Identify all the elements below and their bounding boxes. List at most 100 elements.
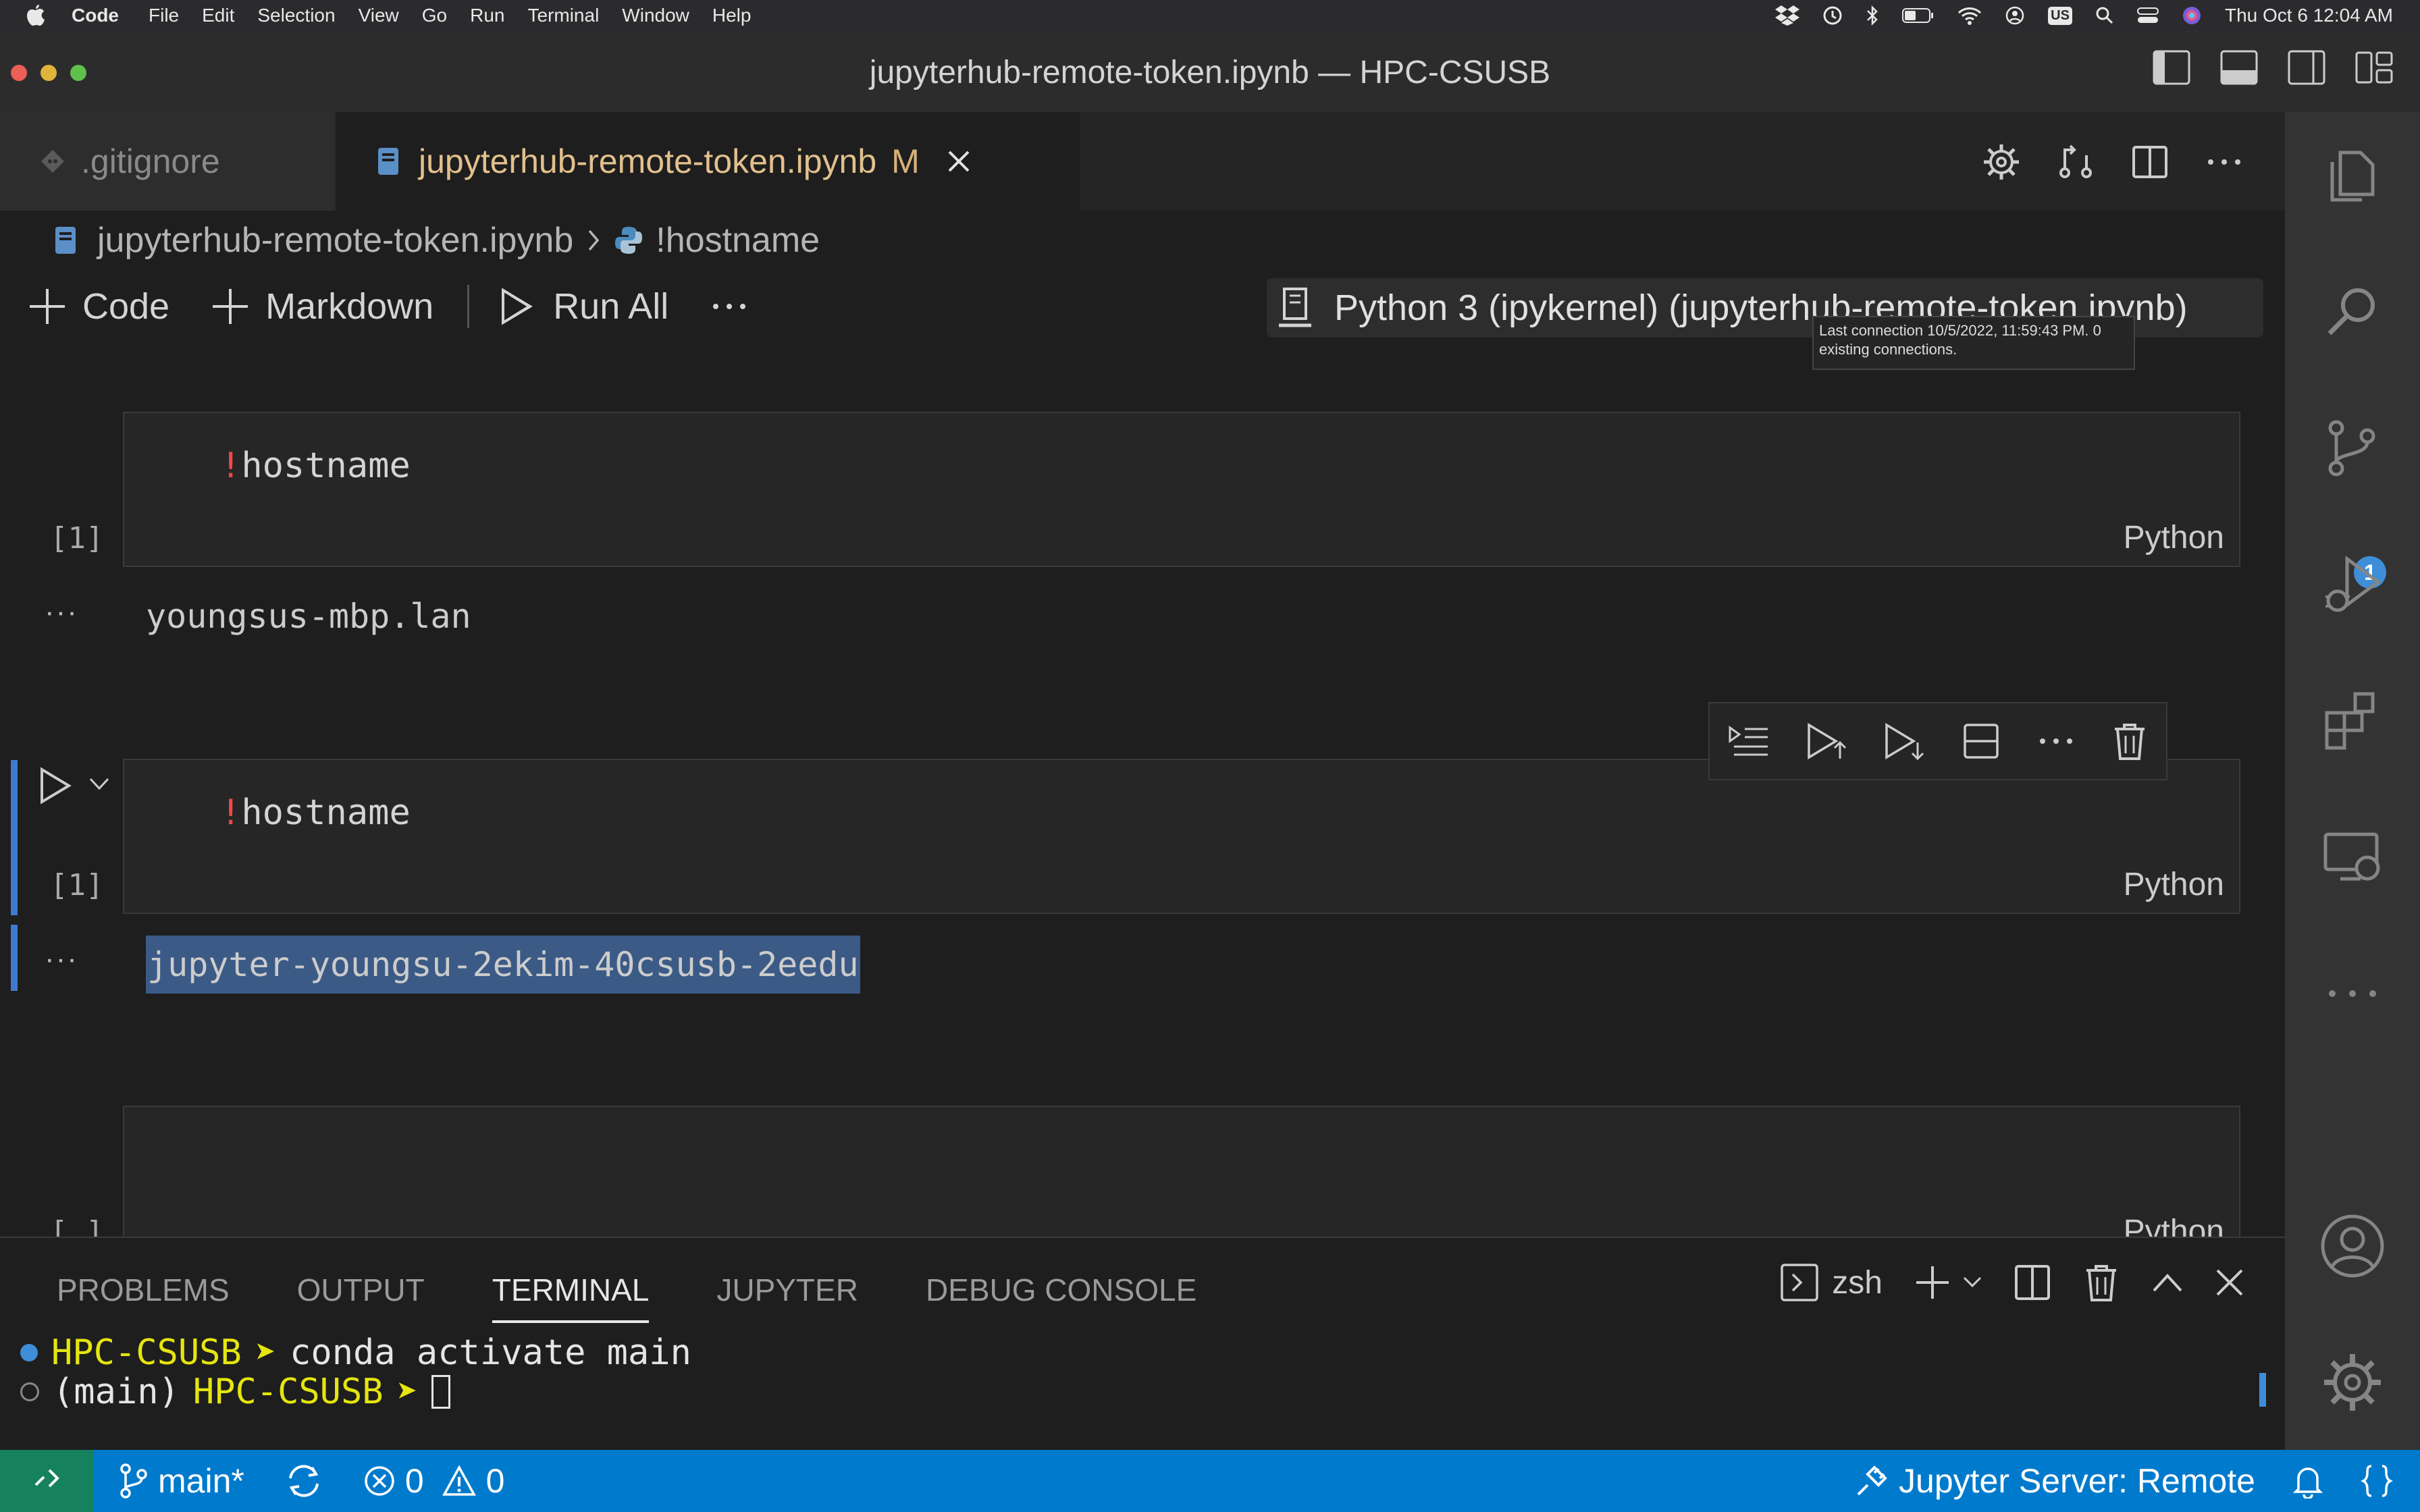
menu-window[interactable]: Window (622, 5, 689, 26)
menu-selection[interactable]: Selection (257, 5, 335, 26)
dropbox-icon[interactable] (1775, 5, 1800, 26)
apple-icon[interactable] (26, 5, 45, 26)
breadcrumb-symbol[interactable]: !hostname (656, 220, 820, 261)
tab-debug-console[interactable]: DEBUG CONSOLE (926, 1272, 1196, 1323)
input-source-icon[interactable]: US (2048, 6, 2072, 25)
terminal-scrollbar[interactable] (2259, 1373, 2266, 1407)
siri-icon[interactable] (2182, 5, 2202, 26)
customize-layout-icon[interactable] (2355, 50, 2393, 85)
terminal-env: (main) (53, 1372, 180, 1412)
cell-more-icon[interactable] (2036, 721, 2076, 761)
sync-icon[interactable] (285, 1463, 323, 1498)
code-cell[interactable]: !hostname Python (123, 759, 2240, 914)
toggle-primary-sidebar-icon[interactable] (2153, 50, 2190, 85)
toggle-panel-icon[interactable] (2220, 50, 2258, 85)
bluetooth-icon[interactable] (1866, 5, 1879, 26)
battery-icon[interactable] (1902, 7, 1935, 24)
warning-icon (442, 1465, 477, 1497)
split-cell-icon[interactable] (1961, 721, 2001, 761)
cell-source[interactable]: !hostname (220, 792, 411, 833)
code-cell[interactable]: !hostname Python (123, 412, 2240, 567)
menu-go[interactable]: Go (422, 5, 447, 26)
cell-language[interactable]: Python (2124, 519, 2224, 556)
shell-escape: ! (220, 446, 242, 486)
tab-notebook[interactable]: jupyterhub-remote-token.ipynb M (336, 112, 1080, 211)
warning-count: 0 (485, 1462, 505, 1500)
gear-icon[interactable] (1981, 142, 2022, 182)
maximize-panel-icon[interactable] (2150, 1269, 2185, 1296)
cell-language[interactable]: Python (2124, 866, 2224, 903)
delete-cell-icon[interactable] (2111, 721, 2149, 761)
more-views-icon[interactable] (2312, 953, 2393, 1034)
tab-terminal[interactable]: TERMINAL (492, 1272, 650, 1323)
extensions-icon[interactable] (2312, 680, 2393, 761)
control-center-icon[interactable] (2136, 7, 2159, 24)
menu-help[interactable]: Help (712, 5, 752, 26)
cell-code-text: hostname (241, 792, 411, 833)
terminal-line[interactable]: (main) HPC-CSUSB ➤ (20, 1372, 450, 1412)
notebook-more-icon[interactable] (709, 286, 749, 327)
macos-menu-bar: Code File Edit Selection View Go Run Ter… (0, 0, 2420, 31)
jupyter-server-status[interactable]: Jupyter Server: Remote (1854, 1461, 2255, 1501)
add-markdown-cell-button[interactable]: Markdown (210, 286, 433, 327)
tab-output[interactable]: OUTPUT (297, 1272, 425, 1323)
time-machine-icon[interactable] (1822, 5, 1843, 26)
cell-language[interactable]: Python (2124, 1213, 2224, 1237)
tab-problems[interactable]: PROBLEMS (57, 1272, 230, 1323)
breadcrumb-file[interactable]: jupyterhub-remote-token.ipynb (97, 220, 573, 261)
toggle-secondary-sidebar-icon[interactable] (2288, 50, 2325, 85)
notifications-bell-icon[interactable] (2292, 1463, 2324, 1498)
toolbar-separator (467, 285, 470, 328)
close-tab-icon[interactable] (947, 149, 971, 173)
tab-gitignore[interactable]: .gitignore (0, 112, 335, 211)
run-debug-icon[interactable] (2312, 544, 2393, 625)
add-code-cell-button[interactable]: Code (27, 286, 169, 327)
run-above-icon[interactable] (1805, 721, 1848, 761)
split-terminal-icon[interactable] (2012, 1262, 2053, 1303)
wifi-icon[interactable] (1957, 6, 1982, 25)
notebook-file-icon (377, 146, 400, 176)
run-by-line-icon[interactable] (1727, 722, 1770, 760)
run-cell-icon[interactable] (38, 765, 73, 806)
remote-indicator[interactable] (0, 1450, 93, 1512)
menu-edit[interactable]: Edit (202, 5, 234, 26)
git-branch-status[interactable]: main* (119, 1461, 244, 1501)
tab-jupyter[interactable]: JUPYTER (716, 1272, 858, 1323)
user-switch-icon[interactable] (2005, 5, 2025, 26)
more-actions-icon[interactable] (2204, 142, 2244, 182)
manage-gear-icon[interactable] (2312, 1342, 2393, 1423)
search-icon[interactable] (2312, 271, 2393, 352)
output-menu-icon[interactable]: ··· (45, 595, 78, 629)
run-below-icon[interactable] (1883, 721, 1926, 761)
compare-changes-icon[interactable] (2055, 142, 2096, 182)
explorer-icon[interactable] (2312, 135, 2393, 216)
add-markdown-label: Markdown (265, 286, 434, 327)
menu-app-name[interactable]: Code (72, 5, 119, 26)
menu-terminal[interactable]: Terminal (527, 5, 599, 26)
terminal-host: HPC-CSUSB (192, 1372, 384, 1412)
menubar-clock[interactable]: Thu Oct 6 12:04 AM (2225, 5, 2393, 26)
menu-view[interactable]: View (359, 5, 399, 26)
run-all-button[interactable]: Run All (498, 286, 668, 327)
kill-terminal-icon[interactable] (2082, 1262, 2120, 1303)
source-control-icon[interactable] (2312, 408, 2393, 489)
new-terminal-icon[interactable] (1912, 1262, 1982, 1303)
remote-explorer-icon[interactable] (2312, 817, 2393, 898)
terminal-line: HPC-CSUSB ➤ conda activate main (20, 1332, 691, 1373)
problems-status[interactable]: 0 0 (363, 1461, 505, 1501)
error-icon (363, 1465, 396, 1497)
split-editor-icon[interactable] (2130, 142, 2170, 182)
chevron-down-icon[interactable] (88, 776, 111, 792)
cell-source[interactable]: !hostname (220, 446, 411, 486)
terminal-shell-selector[interactable]: zsh (1779, 1262, 1883, 1303)
output-menu-icon[interactable]: ··· (45, 942, 78, 976)
menu-run[interactable]: Run (470, 5, 504, 26)
braces-icon[interactable] (2361, 1463, 2393, 1498)
close-panel-icon[interactable] (2215, 1268, 2244, 1297)
tab-label: jupyterhub-remote-token.ipynb (419, 142, 877, 180)
code-cell[interactable]: Python (123, 1106, 2240, 1237)
accounts-icon[interactable] (2312, 1206, 2393, 1287)
menu-file[interactable]: File (149, 5, 179, 26)
git-branch-icon (119, 1463, 149, 1498)
spotlight-icon[interactable] (2095, 6, 2114, 25)
